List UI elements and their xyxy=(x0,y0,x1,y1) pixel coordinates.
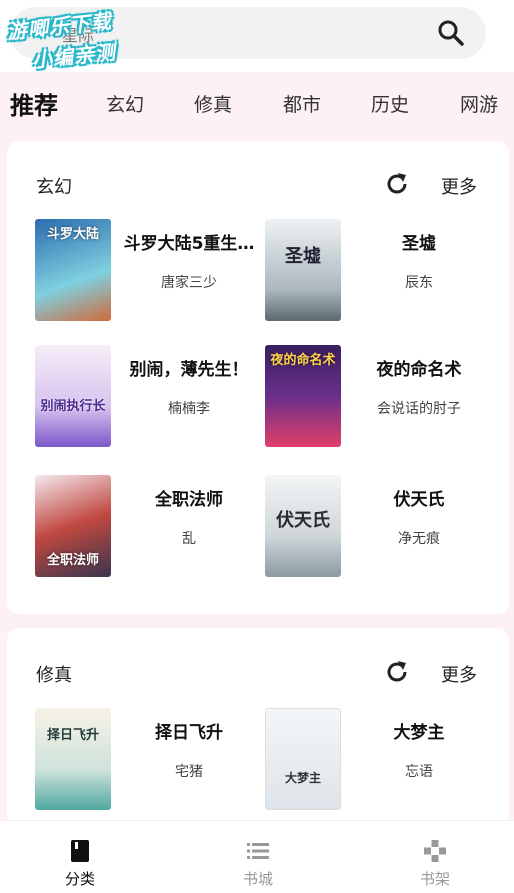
book-item[interactable]: 全职法师 全职法师 乱 xyxy=(7,475,247,585)
book-cover[interactable]: 全职法师 xyxy=(35,475,111,577)
book-author: 辰东 xyxy=(405,275,433,291)
section-title: 玄幻 xyxy=(36,177,72,198)
book-cover[interactable]: 圣墟 xyxy=(265,219,341,321)
book-item[interactable]: 圣墟 圣墟 辰东 xyxy=(237,219,477,329)
tab-dushi[interactable]: 都市 xyxy=(283,90,321,117)
nav-label: 书架 xyxy=(419,870,450,888)
book-author: 净无痕 xyxy=(398,531,440,547)
tab-wangyou[interactable]: 网游 xyxy=(460,90,498,117)
book-title[interactable]: 夜的命名术 xyxy=(349,355,489,380)
tab-xiuzhen[interactable]: 修真 xyxy=(194,90,232,117)
nav-label: 书城 xyxy=(242,870,273,888)
tab-recommend[interactable]: 推荐 xyxy=(10,86,58,121)
nav-item-bookshelf[interactable]: 书架 xyxy=(385,821,485,893)
book-item[interactable]: 大梦主 大梦主 忘语 xyxy=(237,708,477,818)
top-bar: 星际 游唧乐下载 小编亲测 xyxy=(0,0,514,72)
bottom-nav: 分类 书城 书架 xyxy=(0,820,514,893)
book-title[interactable]: 伏天氏 xyxy=(349,485,489,510)
category-tabs: 推荐 玄幻 修真 都市 历史 网游 xyxy=(0,74,514,134)
book-author: 忘语 xyxy=(405,764,433,780)
nav-item-bookstore[interactable]: 书城 xyxy=(208,821,308,893)
search-icon[interactable] xyxy=(436,18,466,48)
book-cover[interactable]: 别闹执行长 xyxy=(35,345,111,447)
book-cover[interactable]: 择日飞升 xyxy=(35,708,111,810)
book-title[interactable]: 圣墟 xyxy=(349,229,489,254)
section-card-xuanhuan: 玄幻 更多 斗罗大陆 斗罗大陆5重生… 唐家三少 圣墟 圣墟 辰东 别闹执行长 … xyxy=(7,141,509,614)
tab-lishi[interactable]: 历史 xyxy=(371,90,409,117)
book-item[interactable]: 择日飞升 择日飞升 宅猪 xyxy=(7,708,247,818)
book-item[interactable]: 夜的命名术 夜的命名术 会说话的肘子 xyxy=(237,345,477,455)
section-card-xiuzhen: 修真 更多 择日飞升 择日飞升 宅猪 大梦主 大梦主 忘语 xyxy=(7,628,509,828)
refresh-icon[interactable] xyxy=(383,658,411,686)
book-cover[interactable]: 大梦主 xyxy=(265,708,341,810)
more-button[interactable]: 更多 xyxy=(441,173,477,199)
book-item[interactable]: 斗罗大陆 斗罗大陆5重生… 唐家三少 xyxy=(7,219,254,329)
section-title: 修真 xyxy=(36,665,72,686)
book-item[interactable]: 别闹执行长 别闹，薄先生！ 楠楠李 xyxy=(7,345,249,455)
book-cover[interactable]: 伏天氏 xyxy=(265,475,341,577)
gamepad-icon xyxy=(424,840,446,862)
book-cover[interactable]: 夜的命名术 xyxy=(265,345,341,447)
book-cover[interactable]: 斗罗大陆 xyxy=(35,219,111,321)
list-icon xyxy=(247,843,269,859)
nav-label: 分类 xyxy=(64,870,95,888)
more-button[interactable]: 更多 xyxy=(441,661,477,687)
refresh-icon[interactable] xyxy=(383,170,411,198)
book-title[interactable]: 大梦主 xyxy=(349,718,489,743)
book-item[interactable]: 伏天氏 伏天氏 净无痕 xyxy=(237,475,477,585)
nav-item-category[interactable]: 分类 xyxy=(30,821,130,893)
tab-xuanhuan[interactable]: 玄幻 xyxy=(106,90,144,117)
book-author: 会说话的肘子 xyxy=(377,401,461,417)
book-icon xyxy=(71,840,89,862)
